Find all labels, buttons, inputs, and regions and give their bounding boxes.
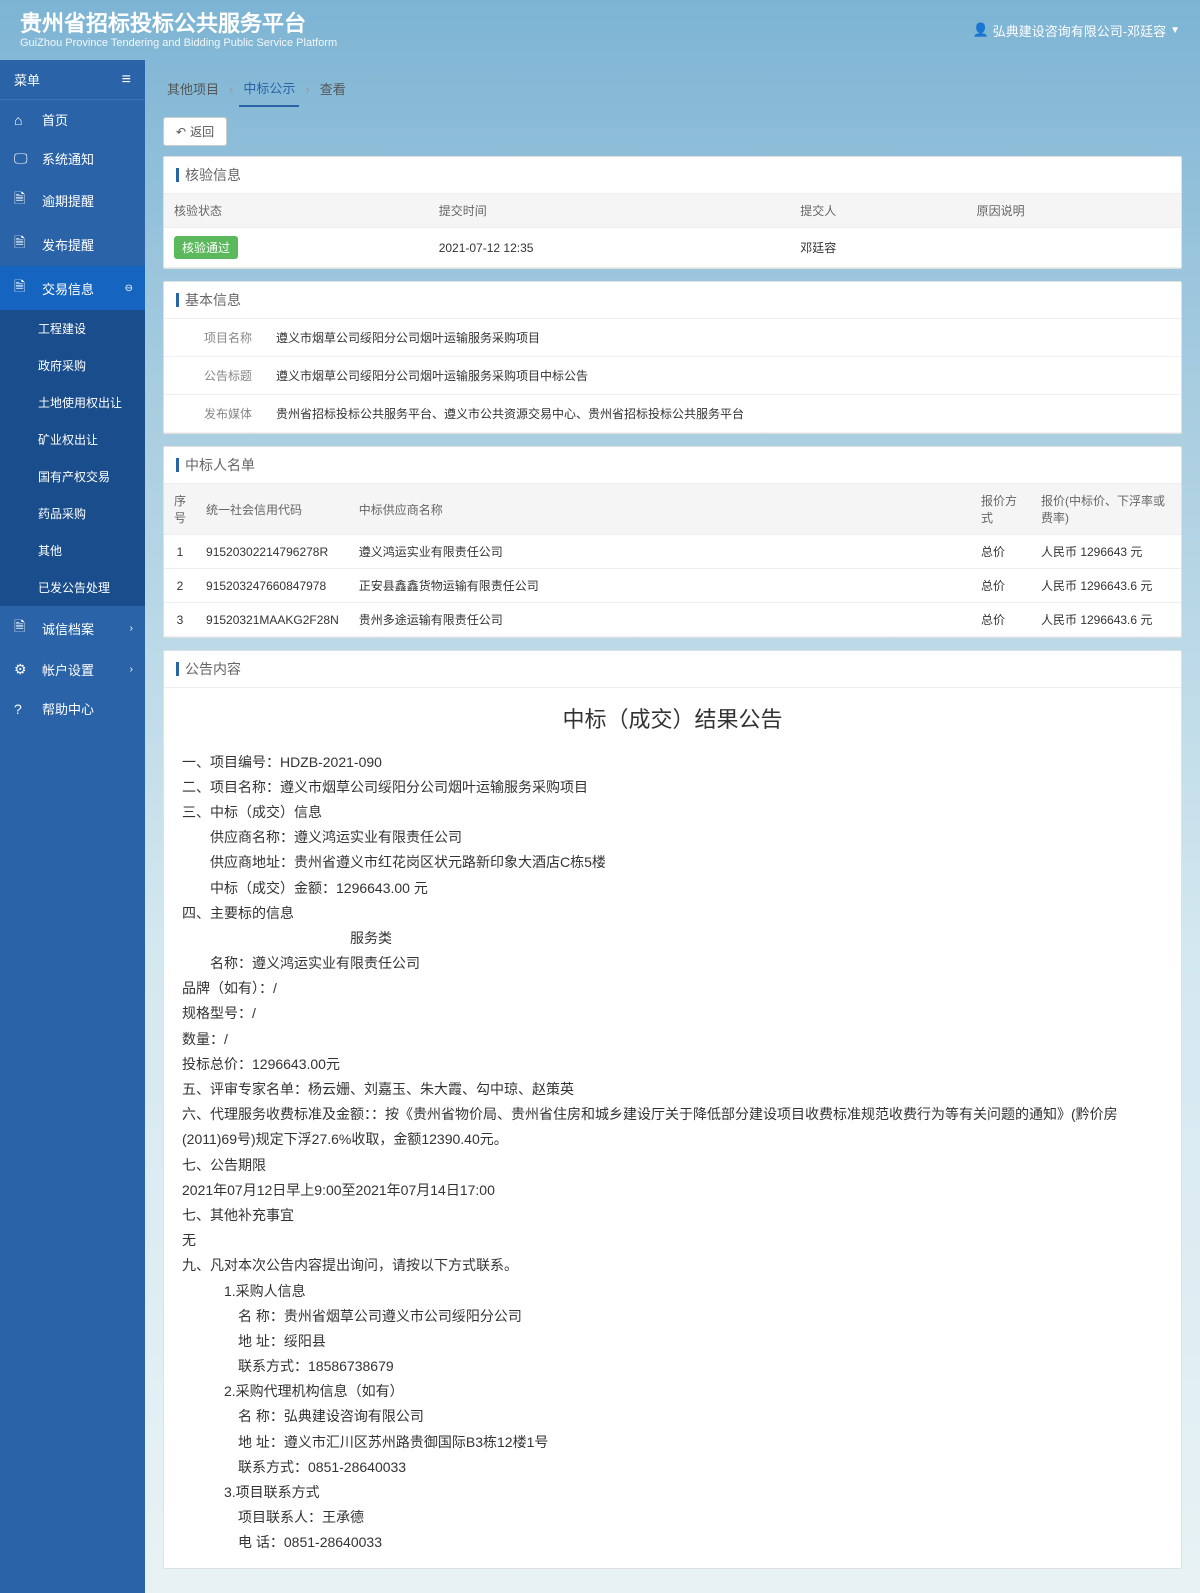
col-header: 中标供应商名称 [349,484,971,535]
menu-label: 诚信档案 [42,619,94,638]
sidebar-subitem[interactable]: 土地使用权出让 [0,384,145,421]
menu-icon: ⌂ [14,112,32,128]
col-status: 核验状态 [164,194,429,228]
undo-icon: ↶ [176,125,186,139]
expand-icon: › [130,664,133,675]
info-value: 遵义市烟草公司绥阳分公司烟叶运输服务采购项目中标公告 [264,357,1181,394]
sidebar-item[interactable]: 🗎 逾期提醒 [0,178,145,222]
sidebar-item[interactable]: ⌂ 首页 [0,100,145,139]
announce-content: 中标（成交）结果公告 一、项目编号：HDZB-2021-090 二、项目名称：遵… [164,688,1181,1568]
info-row: 公告标题遵义市烟草公司绥阳分公司烟叶运输服务采购项目中标公告 [164,357,1181,395]
sidebar-item[interactable]: 🗎 诚信档案 › [0,606,145,650]
menu-icon: 🗎 [14,232,32,256]
user-icon: 👤 [973,22,989,38]
menu-label: 交易信息 [42,279,94,298]
header: 贵州省招标投标公共服务平台 GuiZhou Province Tendering… [0,0,1200,60]
info-value: 贵州省招标投标公共服务平台、遵义市公共资源交易中心、贵州省招标投标公共服务平台 [264,395,1181,432]
sidebar-subitem[interactable]: 已发公告处理 [0,569,145,606]
status-badge: 核验通过 [174,236,238,259]
info-label: 发布媒体 [164,395,264,432]
platform-title-en: GuiZhou Province Tendering and Bidding P… [20,37,337,49]
verify-table: 核验状态 提交时间 提交人 原因说明 核验通过 2021-07-12 12:35… [164,194,1181,268]
verify-panel: 核验信息 核验状态 提交时间 提交人 原因说明 核验通过 2021-07-12 … [163,156,1182,269]
table-row: 2915203247660847978正安县鑫鑫货物运输有限责任公司总价人民币 … [164,569,1181,603]
sidebar-subitem[interactable]: 国有产权交易 [0,458,145,495]
col-person: 提交人 [790,194,966,228]
info-value: 遵义市烟草公司绥阳分公司烟叶运输服务采购项目 [264,319,1181,356]
crumb-2[interactable]: 中标公示 [239,72,299,107]
announce-panel-title: 公告内容 [164,651,1181,688]
menu-header: 菜单 ≡ [0,60,145,100]
table-row: 391520321MAAKG2F28N贵州多途运输有限责任公司总价人民币 129… [164,603,1181,637]
menu-label: 系统通知 [42,149,94,168]
breadcrumb: 其他项目 › 中标公示 › 查看 [163,72,1182,107]
sidebar-item[interactable]: ? 帮助中心 [0,689,145,728]
menu-label: 首页 [42,110,68,129]
col-header: 统一社会信用代码 [196,484,349,535]
winners-panel-title: 中标人名单 [164,447,1181,484]
menu-icon: 🗎 [14,188,32,212]
winners-table: 序号统一社会信用代码中标供应商名称报价方式报价(中标价、下浮率或费率) 1915… [164,484,1181,637]
menu-icon: ⚙ [14,661,32,678]
caret-down-icon: ▼ [1170,25,1180,36]
sidebar-subitem[interactable]: 其他 [0,532,145,569]
crumb-3: 查看 [316,73,350,106]
chevron-right-icon: › [305,82,309,97]
verify-panel-title: 核验信息 [164,157,1181,194]
col-reason: 原因说明 [967,194,1181,228]
winners-panel: 中标人名单 序号统一社会信用代码中标供应商名称报价方式报价(中标价、下浮率或费率… [163,446,1182,638]
col-header: 报价方式 [971,484,1031,535]
crumb-1[interactable]: 其他项目 [163,73,223,106]
expand-icon: ⊖ [125,283,133,294]
menu-label: 逾期提醒 [42,191,94,210]
sidebar-subitem[interactable]: 药品采购 [0,495,145,532]
user-menu[interactable]: 👤 弘典建设咨询有限公司-邓廷容 ▼ [973,21,1180,40]
announce-panel: 公告内容 中标（成交）结果公告 一、项目编号：HDZB-2021-090 二、项… [163,650,1182,1569]
menu-icon: ? [14,701,32,717]
basic-panel: 基本信息 项目名称遵义市烟草公司绥阳分公司烟叶运输服务采购项目公告标题遵义市烟草… [163,281,1182,434]
info-label: 公告标题 [164,357,264,394]
sidebar: 菜单 ≡ ⌂ 首页 🖵 系统通知 🗎 逾期提醒 🗎 发布提醒 🗎 交易信息 ⊖ 工程建设政府采购土地… [0,60,145,1593]
expand-icon: › [130,623,133,634]
menu-label: 帐户设置 [42,660,94,679]
info-row: 发布媒体贵州省招标投标公共服务平台、遵义市公共资源交易中心、贵州省招标投标公共服… [164,395,1181,433]
sidebar-item[interactable]: ⚙ 帐户设置 › [0,650,145,689]
main-content: 其他项目 › 中标公示 › 查看 ↶ 返回 核验信息 核验状态 提交时间 提交人… [145,60,1200,1593]
table-row: 核验通过 2021-07-12 12:35 邓廷容 [164,228,1181,268]
user-label: 弘典建设咨询有限公司-邓廷容 [993,21,1166,40]
announce-heading: 中标（成交）结果公告 [182,700,1163,740]
basic-panel-title: 基本信息 [164,282,1181,319]
menu-label: 帮助中心 [42,699,94,718]
sidebar-item[interactable]: 🗎 发布提醒 [0,222,145,266]
info-row: 项目名称遵义市烟草公司绥阳分公司烟叶运输服务采购项目 [164,319,1181,357]
sidebar-item[interactable]: 🖵 系统通知 [0,139,145,178]
sidebar-subitem[interactable]: 政府采购 [0,347,145,384]
back-button[interactable]: ↶ 返回 [163,117,227,146]
sidebar-item[interactable]: 🗎 交易信息 ⊖ [0,266,145,310]
menu-icon: 🗎 [14,616,32,640]
sidebar-subitem[interactable]: 工程建设 [0,310,145,347]
table-row: 191520302214796278R遵义鸿运实业有限责任公司总价人民币 129… [164,535,1181,569]
menu-icon: 🖵 [14,150,32,167]
menu-title: 菜单 [14,70,40,89]
platform-title-cn: 贵州省招标投标公共服务平台 [20,11,337,37]
menu-icon: 🗎 [14,276,32,300]
col-time: 提交时间 [429,194,791,228]
hamburger-icon[interactable]: ≡ [122,71,131,89]
menu-label: 发布提醒 [42,235,94,254]
header-title: 贵州省招标投标公共服务平台 GuiZhou Province Tendering… [20,11,337,49]
info-label: 项目名称 [164,319,264,356]
sidebar-subitem[interactable]: 矿业权出让 [0,421,145,458]
col-header: 序号 [164,484,196,535]
col-header: 报价(中标价、下浮率或费率) [1031,484,1181,535]
chevron-right-icon: › [229,82,233,97]
